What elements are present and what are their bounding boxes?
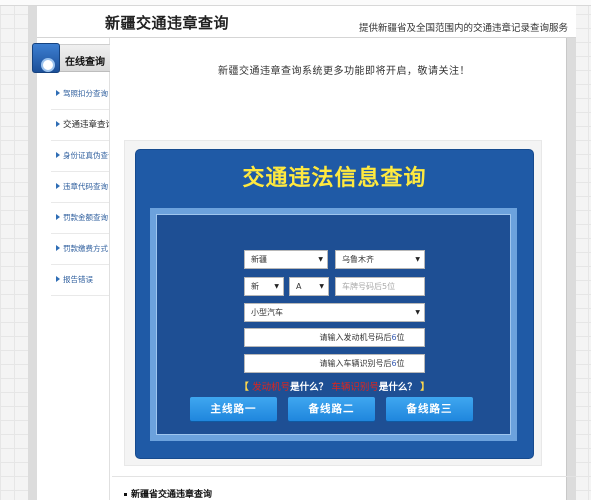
sidebar-item-label: 身份证真伪查询: [63, 151, 109, 160]
sidebar-item-report-error[interactable]: 报告错误: [51, 266, 109, 296]
arrow-right-icon: [56, 183, 60, 189]
sidebar-item-id-verify[interactable]: 身份证真伪查询: [51, 142, 109, 172]
plate-number-input[interactable]: 车牌号码后5位: [335, 277, 425, 296]
city-select[interactable]: 乌鲁木齐: [335, 250, 425, 269]
arrow-right-icon: [56, 276, 60, 282]
query-title: 交通违法信息查询: [242, 166, 427, 191]
sidebar-item-license-points[interactable]: 驾照扣分查询: [51, 80, 109, 110]
notice-text: 新疆交通违章查询系统更多功能即将开启，敬请关注！: [218, 66, 470, 77]
backup-route-3-button[interactable]: 备线路三: [386, 397, 473, 421]
vin-help-link[interactable]: 车辆识别号: [331, 382, 379, 393]
vin-input[interactable]: 请输入车辆识别号后6位: [244, 354, 425, 373]
query-box: 交通违法信息查询 新疆 乌鲁木齐 新 A 车牌号码后5位 小型汽车 请输入发动机…: [136, 150, 533, 458]
sidebar-item-label: 罚款金额查询: [63, 213, 108, 222]
engine-number-input[interactable]: 请输入发动机号码后6位: [244, 328, 425, 347]
sidebar-heading: 在线查询: [32, 43, 110, 73]
sidebar-heading-label: 在线查询: [65, 57, 105, 68]
help-line: 【 发动机号是什么？ 车辆识别号是什么？ 】: [239, 382, 430, 393]
province-select[interactable]: 新疆: [244, 250, 328, 269]
sidebar-item-label: 交通违章查询: [63, 120, 109, 130]
site-header: 新疆交通违章查询 提供新疆省及全国范围内的交通违章记录查询服务: [37, 6, 576, 38]
arrow-right-icon: [56, 90, 60, 96]
vehicle-type-select[interactable]: 小型汽车: [244, 303, 425, 322]
main-route-button[interactable]: 主线路一: [190, 397, 277, 421]
arrow-right-icon: [56, 121, 60, 127]
camera-icon: [32, 43, 60, 73]
sidebar-item-payment-method[interactable]: 罚款缴费方式: [51, 235, 109, 265]
sidebar-item-fine-amount[interactable]: 罚款金额查询: [51, 204, 109, 234]
site-title: 新疆交通违章查询: [105, 14, 230, 32]
engine-number-help-link[interactable]: 发动机号: [252, 382, 290, 393]
plate-prefix-select[interactable]: 新: [244, 277, 284, 296]
sidebar-item-violation-query[interactable]: 交通违章查询: [51, 111, 109, 141]
arrow-right-icon: [56, 214, 60, 220]
sidebar-item-label: 驾照扣分查询: [63, 89, 108, 98]
footer-section-title: 新疆省交通违章查询: [124, 487, 212, 500]
plate-letter-select[interactable]: A: [289, 277, 329, 296]
backup-route-2-button[interactable]: 备线路二: [288, 397, 375, 421]
sidebar-item-violation-code[interactable]: 违章代码查询: [51, 173, 109, 203]
divider: [112, 476, 576, 477]
sidebar-item-label: 报告错误: [63, 275, 93, 284]
sidebar-item-label: 罚款缴费方式: [63, 244, 108, 253]
sidebar-item-label: 违章代码查询: [63, 182, 108, 191]
site-subtitle: 提供新疆省及全国范围内的交通违章记录查询服务: [358, 23, 568, 34]
arrow-right-icon: [56, 152, 60, 158]
arrow-right-icon: [56, 245, 60, 251]
